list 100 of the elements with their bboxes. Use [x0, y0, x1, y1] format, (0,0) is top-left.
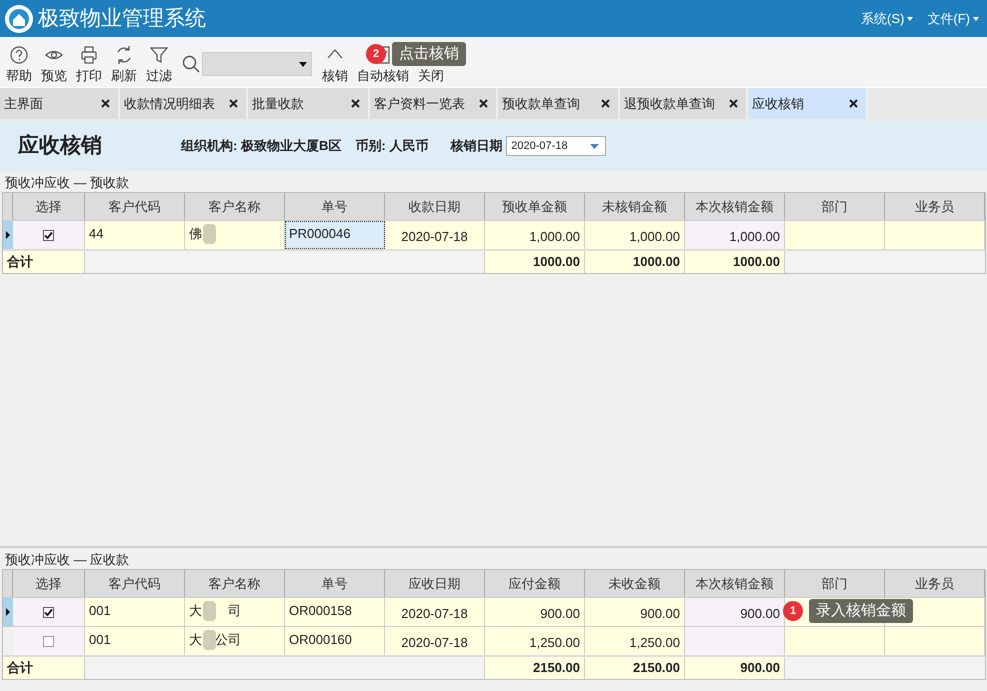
table-cell: 2020-07-18	[385, 627, 485, 655]
page-title: 应收核销	[18, 132, 103, 160]
column-header[interactable]: 客户名称	[185, 570, 285, 597]
callout-tooltip: 点击核销	[392, 42, 466, 66]
search-field[interactable]	[202, 52, 312, 76]
close-icon[interactable]	[729, 99, 738, 108]
total-value: 2150.00	[485, 657, 585, 679]
close-icon[interactable]	[601, 99, 610, 108]
table-cell: 2020-07-18	[385, 221, 485, 249]
callout-tooltip: 录入核销金额	[809, 599, 913, 623]
toolbar-button[interactable]: 刷新	[108, 45, 140, 84]
table-cell: 1,250.00	[485, 627, 585, 655]
dropdown-arrow-icon	[973, 16, 979, 20]
blur-mark	[203, 224, 216, 244]
total-label: 合计	[7, 253, 33, 272]
section-label: 预收冲应收 — 预收款	[4, 174, 130, 191]
app-title: 极致物业管理系统	[38, 6, 206, 32]
column-header[interactable]: 业务员	[885, 570, 985, 597]
printer-icon	[79, 45, 99, 65]
toolbar-button[interactable]: 预览	[38, 45, 70, 84]
table-cell[interactable]	[685, 627, 785, 655]
table-cell: 001	[85, 627, 185, 655]
row-header[interactable]	[3, 221, 13, 249]
table-cell: 2020-07-18	[385, 598, 485, 626]
column-header[interactable]: 单号	[285, 193, 385, 220]
close-icon[interactable]	[849, 99, 858, 108]
tab[interactable]: 主界面	[0, 88, 120, 119]
column-header[interactable]: 选择	[13, 570, 85, 597]
date-picker[interactable]: 2020-07-18	[506, 136, 606, 156]
blur-mark	[203, 601, 216, 621]
column-header[interactable]: 未核销金额	[585, 193, 685, 220]
checkbox[interactable]	[43, 636, 54, 646]
row-pointer-icon	[6, 608, 10, 616]
table-cell[interactable]: 1,000.00	[685, 221, 785, 249]
tab[interactable]: 应收核销	[748, 88, 868, 119]
table-cell: PR000046	[285, 221, 385, 249]
table-cell: 大 公司	[185, 627, 285, 655]
organization-label: 组织机构: 极致物业大厦B区	[181, 137, 342, 156]
row-pointer-icon	[6, 231, 10, 239]
table-cell: 001	[85, 598, 185, 626]
total-value: 1000.00	[485, 251, 585, 273]
column-header[interactable]: 应付金额	[485, 570, 585, 597]
total-value: 1000.00	[585, 251, 685, 273]
table-cell: 佛	[185, 221, 285, 249]
tab[interactable]: 客户资料一览表	[370, 88, 498, 119]
tab[interactable]: 收款情况明细表	[120, 88, 248, 119]
column-header[interactable]: 收款日期	[385, 193, 485, 220]
row-header[interactable]	[3, 598, 13, 626]
column-header[interactable]: 本次核销金额	[685, 193, 785, 220]
tab[interactable]: 退预收款单查询	[620, 88, 748, 119]
total-value: 900.00	[685, 657, 785, 679]
column-header[interactable]: 部门	[785, 570, 885, 597]
dropdown-arrow-icon	[590, 144, 600, 148]
close-icon[interactable]	[101, 99, 110, 108]
tab[interactable]: 预收款单查询	[498, 88, 620, 119]
close-icon[interactable]	[229, 99, 238, 108]
currency-label: 币别: 人民币	[355, 137, 428, 156]
table-cell: 900.00	[585, 598, 685, 626]
column-header[interactable]: 预收单金额	[485, 193, 585, 220]
date-label: 核销日期	[450, 137, 502, 156]
table-cell: 大 司	[185, 598, 285, 626]
column-header[interactable]: 业务员	[885, 193, 985, 220]
column-header[interactable]: 单号	[285, 570, 385, 597]
toolbar-button[interactable]: 帮助	[3, 45, 35, 84]
column-header[interactable]: 客户代码	[85, 193, 185, 220]
menu-item[interactable]: 系统(S)	[861, 8, 914, 28]
table-cell[interactable]: 900.00	[685, 598, 785, 626]
table-cell: 900.00	[485, 598, 585, 626]
toolbar-button[interactable]: 过滤	[143, 45, 175, 84]
table-cell: OR000160	[285, 627, 385, 655]
tab[interactable]: 批量收款	[248, 88, 370, 119]
column-header[interactable]: 应收日期	[385, 570, 485, 597]
filter-icon	[149, 45, 169, 65]
section-label: 预收冲应收 — 应收款	[4, 551, 130, 568]
checkbox[interactable]	[43, 606, 54, 618]
column-header[interactable]: 选择	[13, 193, 85, 220]
column-header[interactable]: 客户名称	[185, 193, 285, 220]
blur-mark	[203, 630, 216, 650]
table-cell: 44	[85, 221, 185, 249]
dropdown-arrow-icon	[299, 62, 307, 66]
table-cell: 1,250.00	[585, 627, 685, 655]
menu-item[interactable]: 文件(F)	[927, 8, 979, 28]
table-cell: 1,000.00	[485, 221, 585, 249]
house-logo-icon	[4, 4, 34, 34]
table-cell: OR000158	[285, 598, 385, 626]
dropdown-arrow-icon	[907, 16, 914, 20]
help-icon	[9, 45, 29, 65]
column-header[interactable]: 未收金额	[585, 570, 685, 597]
total-value: 1000.00	[685, 251, 785, 273]
column-header[interactable]: 客户代码	[85, 570, 185, 597]
close-icon[interactable]	[479, 99, 488, 108]
toolbar-button[interactable]: 核销	[319, 45, 351, 84]
search-icon	[182, 55, 200, 73]
table-cell: 1,000.00	[585, 221, 685, 249]
column-header[interactable]: 本次核销金额	[685, 570, 785, 597]
toolbar-button[interactable]: 打印	[73, 45, 105, 84]
close-icon[interactable]	[351, 99, 360, 108]
checkbox[interactable]	[43, 230, 54, 240]
column-header[interactable]: 部门	[785, 193, 885, 220]
total-label: 合计	[7, 659, 33, 678]
